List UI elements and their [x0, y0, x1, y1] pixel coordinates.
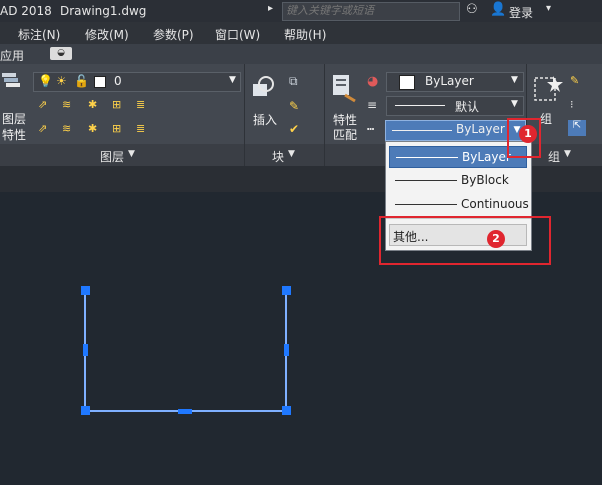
insert-label[interactable]: 插入: [253, 111, 277, 128]
ribbon-tab-row: 应用 ◒: [0, 44, 602, 64]
grip-midpoint-bottom[interactable]: [178, 409, 192, 414]
title-arrow-icon[interactable]: ▸: [268, 3, 273, 14]
tab-toggle-icon[interactable]: ◒: [50, 47, 72, 60]
match-properties-icon[interactable]: [331, 73, 357, 103]
ungroup-icon[interactable]: ✎: [570, 74, 584, 88]
search-input[interactable]: [283, 3, 459, 18]
color-combo[interactable]: ByLayer ▼: [386, 72, 524, 92]
panel-block-title[interactable]: 块: [272, 148, 284, 165]
insert-block-icon[interactable]: [250, 74, 278, 102]
layer-properties-label-2[interactable]: 特性: [2, 126, 26, 143]
layer-match-icon[interactable]: ≣: [136, 98, 150, 112]
group-edit-icon[interactable]: ⁝: [570, 98, 584, 112]
grip-endpoint-left[interactable]: [81, 286, 90, 295]
menu-help[interactable]: 帮助(H): [284, 26, 326, 43]
lineweight-combo-value: 默认: [455, 100, 480, 114]
create-block-icon[interactable]: ⧉: [289, 74, 303, 88]
panel-group-title[interactable]: 组: [548, 148, 560, 165]
linetype-sample: [395, 204, 457, 205]
layer-off-icon[interactable]: ⇗: [38, 98, 52, 112]
menu-bar: 标注(N) 修改(M) 参数(P) 窗口(W) 帮助(H): [0, 22, 602, 44]
step-badge-2: 2: [487, 230, 505, 248]
sun-icon: ☀: [56, 74, 67, 88]
color-swatch: [399, 75, 415, 90]
app-title: AD 2018: [0, 4, 52, 18]
linetype-sample: [395, 180, 457, 181]
chevron-down-icon[interactable]: ▼: [128, 149, 135, 159]
chevron-down-icon[interactable]: ▼: [564, 149, 571, 159]
layer-unlock-icon[interactable]: ⊞: [112, 122, 126, 136]
panel-divider: [244, 144, 245, 166]
layer-isolate-icon[interactable]: ≋: [62, 98, 76, 112]
match-label-2[interactable]: 匹配: [333, 126, 357, 143]
grip-endpoint-right[interactable]: [282, 286, 291, 295]
dropdown-item-byblock[interactable]: ByBlock: [389, 170, 527, 190]
dropdown-item-label: ByBlock: [461, 173, 509, 187]
layer-walk-icon[interactable]: ≣: [136, 122, 150, 136]
linetype-icon: ┅: [367, 122, 375, 136]
chevron-down-icon: ▼: [511, 99, 518, 109]
layer-lock-icon[interactable]: ⊞: [112, 98, 126, 112]
block-attribute-icon[interactable]: ✔: [289, 122, 303, 136]
lineweight-sample: [395, 105, 445, 106]
step-badge-1: 1: [519, 125, 537, 143]
layer-combo-value: 0: [114, 74, 122, 88]
title-bar: AD 2018 Drawing1.dwg ▸ ⚇ 👤 登录 ▾: [0, 0, 602, 22]
menu-modify[interactable]: 修改(M): [85, 26, 129, 43]
highlight-box-2: [379, 216, 551, 265]
panel-divider: [324, 144, 325, 166]
layer-stack-icon[interactable]: [0, 70, 22, 92]
document-title: Drawing1.dwg: [60, 4, 147, 18]
color-combo-value: ByLayer: [425, 74, 474, 88]
dropdown-item-continuous[interactable]: Continuous: [389, 194, 529, 214]
layer-thaw-icon[interactable]: ✱: [88, 122, 102, 136]
group-select-icon[interactable]: ⇱: [568, 120, 586, 136]
search-box[interactable]: [282, 2, 460, 21]
lightbulb-icon: 💡: [38, 74, 53, 88]
grip-corner-right[interactable]: [282, 406, 291, 415]
binoculars-icon[interactable]: ⚇: [466, 2, 478, 17]
chevron-down-icon: ▼: [511, 75, 518, 85]
menu-dimension[interactable]: 标注(N): [18, 26, 60, 43]
grip-corner-left[interactable]: [81, 406, 90, 415]
layer-color-swatch: [94, 76, 106, 88]
dropdown-item-label: ByLayer: [462, 150, 511, 164]
layer-freeze-icon[interactable]: ✱: [88, 98, 102, 112]
chevron-down-icon[interactable]: ▼: [288, 149, 295, 159]
linetype-sample: [396, 157, 458, 158]
layer-unisolate-icon[interactable]: ≋: [62, 122, 76, 136]
edit-block-icon[interactable]: ✎: [289, 99, 303, 113]
color-wheel-icon: ◕: [367, 74, 379, 89]
dropdown-item-label: Continuous: [461, 197, 529, 211]
login-link[interactable]: 登录: [509, 4, 533, 21]
lineweight-combo[interactable]: 默认 ▼: [386, 96, 524, 116]
panel-layers-title[interactable]: 图层: [100, 148, 124, 165]
linetype-combo-value: ByLayer: [456, 122, 505, 136]
group-icon[interactable]: [533, 72, 563, 104]
grip-midpoint-left[interactable]: [83, 344, 88, 356]
login-dropdown-icon[interactable]: ▾: [546, 3, 551, 14]
user-icon[interactable]: 👤: [490, 2, 506, 17]
linetype-sample: [392, 130, 452, 131]
grip-midpoint-right[interactable]: [284, 344, 289, 356]
chevron-down-icon: ▼: [229, 75, 236, 85]
unlock-icon: 🔓: [74, 74, 89, 88]
menu-window[interactable]: 窗口(W): [215, 26, 260, 43]
layer-on-icon[interactable]: ⇗: [38, 122, 52, 136]
linetype-combo[interactable]: ByLayer: [385, 120, 509, 141]
tab-apps[interactable]: 应用: [0, 47, 24, 64]
layer-combo[interactable]: 💡 ☀ 🔓 0 ▼: [33, 72, 241, 92]
lineweight-icon: ≡: [367, 98, 378, 112]
menu-parametric[interactable]: 参数(P): [153, 26, 194, 43]
layer-properties-label-1[interactable]: 图层: [2, 110, 26, 127]
group-label[interactable]: 组: [540, 110, 552, 127]
